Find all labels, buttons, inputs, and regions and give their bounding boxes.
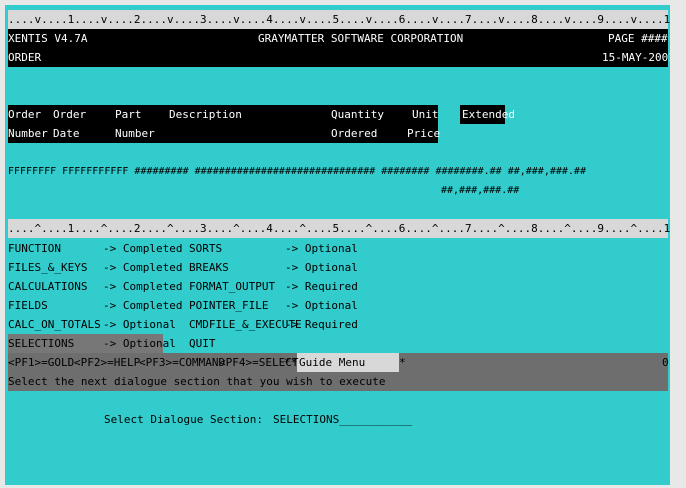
company-name: GRAYMATTER SOFTWARE CORPORATION: [258, 32, 464, 45]
col-order-number-2: Number: [8, 127, 48, 140]
cursor-marker: *: [399, 356, 406, 369]
menu-status-files-keys: -> Completed: [103, 261, 183, 274]
col-extended: Extended: [462, 108, 515, 121]
menu-status-breaks: -> Optional: [285, 261, 358, 274]
menu-status-function: -> Completed: [103, 242, 183, 255]
col-description: Description: [169, 108, 242, 121]
menu-status-format-output: -> Required: [285, 280, 358, 293]
col-unit-price: Unit: [412, 108, 439, 121]
col-unit-price-2: Price: [407, 127, 441, 140]
menu-item-format-output[interactable]: FORMAT_OUTPUT: [189, 277, 275, 296]
pf2-help-key[interactable]: <PF2>=HELP: [74, 353, 140, 372]
menu-item-files-keys[interactable]: FILES_&_KEYS: [8, 258, 87, 277]
menu-status-cmdfile-execute: -> Required: [285, 318, 358, 331]
page-number: PAGE ####: [608, 32, 668, 45]
report-date: 15-MAY-2001: [602, 51, 670, 64]
col-order-date: Order: [53, 108, 87, 121]
status-count: 0: [662, 356, 669, 369]
menu-status-sorts: -> Optional: [285, 242, 358, 255]
menu-item-function[interactable]: FUNCTION: [8, 239, 61, 258]
menu-item-fields[interactable]: FIELDS: [8, 296, 48, 315]
status-stars: **: [284, 356, 298, 369]
menu-item-selections[interactable]: SELECTIONS: [8, 334, 74, 353]
menu-item-calc-on-totals[interactable]: CALC_ON_TOTALS: [8, 315, 101, 334]
menu-status-fields: -> Completed: [103, 299, 183, 312]
menu-item-calculations[interactable]: CALCULATIONS: [8, 277, 87, 296]
col-part-number-2: Number: [115, 127, 155, 140]
report-name: ORDER: [8, 51, 42, 64]
column-ruler-top: ....v....1....v....2....v....3....v....4…: [8, 10, 670, 29]
menu-item-quit[interactable]: QUIT: [189, 334, 216, 353]
col-quantity: Quantity: [331, 108, 384, 121]
menu-item-sorts[interactable]: SORTS: [189, 239, 222, 258]
window-frame-right: [670, 0, 686, 488]
col-order-number: Order: [8, 108, 42, 121]
menu-status-selections: -> Optional: [103, 337, 176, 350]
terminal-window: { "ruler_top": "....v....1....v....2....…: [0, 0, 686, 488]
menu-status-calc-on-totals: -> Optional: [103, 318, 176, 331]
total-line: ##,###,###.##: [441, 185, 520, 196]
menu-status-pointer-file: -> Optional: [285, 299, 358, 312]
pf3-command-key[interactable]: <PF3>=COMMAND: [139, 353, 225, 372]
menu-item-pointer-file[interactable]: POINTER_FILE: [189, 296, 268, 315]
menu-item-breaks[interactable]: BREAKS: [189, 258, 229, 277]
pf1-gold-key[interactable]: <PF1>=GOLD: [8, 353, 74, 372]
dialogue-section-input[interactable]: SELECTIONS___________: [273, 410, 412, 429]
column-ruler-mid: ....^....1....^....2....^....3....^....4…: [8, 219, 670, 238]
col-quantity-2: Ordered: [331, 127, 378, 140]
prompt-label: Select Dialogue Section:: [104, 413, 263, 426]
col-part-number: Part: [115, 108, 142, 121]
guide-menu-label: Guide Menu: [299, 356, 366, 369]
app-version: XENTIS V4.7A: [8, 32, 88, 45]
menu-status-calculations: -> Completed: [103, 280, 183, 293]
terminal-screen: ....v....1....v....2....v....3....v....4…: [5, 5, 670, 485]
status-message: Select the next dialogue section that yo…: [8, 375, 386, 388]
detail-line: FFFFFFFF FFFFFFFFFFF ######### #########…: [8, 166, 586, 177]
col-order-date-2: Date: [53, 127, 80, 140]
